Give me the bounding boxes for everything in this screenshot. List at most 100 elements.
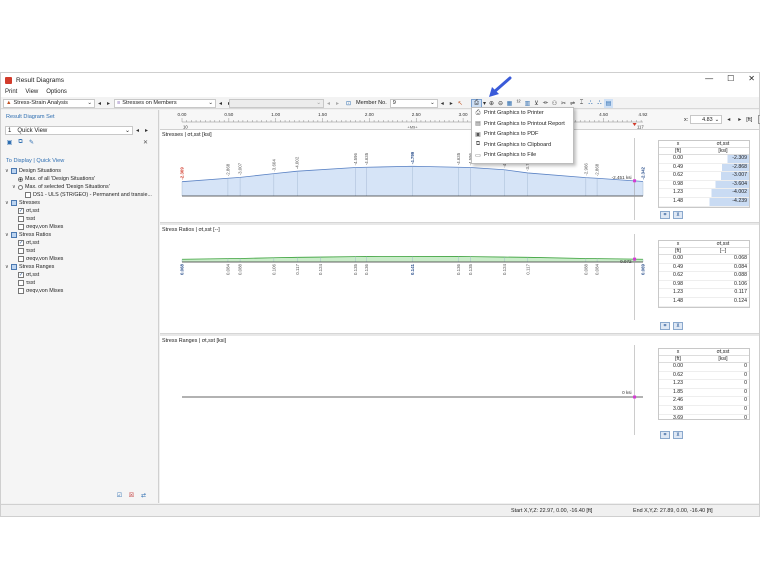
- checkbox[interactable]: ✓: [18, 240, 24, 246]
- table-row[interactable]: 1.85 0: [659, 388, 749, 398]
- result-type-select[interactable]: ≡ Stresses on Members ⌄: [114, 98, 216, 108]
- edit-set-icon[interactable]: ✎: [27, 138, 36, 147]
- table-settings-button[interactable]: ⌗: [660, 322, 670, 330]
- table-row[interactable]: 0.62 0: [659, 371, 749, 381]
- table-row[interactable]: 0.00 0.068: [659, 254, 749, 264]
- position-ruler[interactable]: 0.000.501.001.502.002.503.003.504.004.50…: [160, 110, 760, 130]
- table-settings-button[interactable]: ⌗: [660, 211, 670, 219]
- position-marker-icon[interactable]: [632, 123, 637, 126]
- table-filter-button[interactable]: ⊻: [673, 322, 683, 330]
- menu-options[interactable]: Options: [46, 89, 67, 95]
- table-row[interactable]: 0.00 0: [659, 362, 749, 372]
- table-row[interactable]: 1.85-4.596: [659, 206, 749, 207]
- prev-arrow-button[interactable]: ◂: [438, 99, 447, 108]
- table-row[interactable]: 3.08 0: [659, 405, 749, 415]
- table-filter-button[interactable]: ⊻: [673, 211, 683, 219]
- x-position-input[interactable]: 4.83 ⌄: [690, 115, 723, 124]
- next-arrow-button[interactable]: ▸: [104, 99, 113, 108]
- minimize-button[interactable]: —: [705, 74, 713, 83]
- view-alt-icon[interactable]: ⛬: [595, 99, 604, 108]
- table-filter-button[interactable]: ⊻: [673, 431, 683, 439]
- table-settings-button[interactable]: ⌗: [660, 431, 670, 439]
- table-row[interactable]: 0.98 -3.604: [659, 180, 749, 190]
- checkbox[interactable]: [18, 256, 24, 262]
- checkbox[interactable]: [11, 168, 17, 174]
- uncheck-all-icon[interactable]: ☒: [127, 491, 136, 500]
- print-menu-item[interactable]: ⎙ Print Graphics to Printer: [472, 108, 573, 119]
- table-row[interactable]: 1.23 -4.002: [659, 188, 749, 198]
- checkbox[interactable]: ✓: [18, 272, 24, 278]
- checkbox[interactable]: [18, 248, 24, 254]
- ratios-diagram[interactable]: 0.068 0.084 0.088 0.106 0.117 0.124 0.135 0.136…: [160, 234, 658, 320]
- radio-button[interactable]: [18, 176, 23, 182]
- checkbox[interactable]: [18, 216, 24, 222]
- print-menu-item[interactable]: ⧉ Print Graphics to Clipboard: [472, 140, 573, 151]
- next-arrow-button[interactable]: ▸: [142, 126, 151, 135]
- print-menu-item[interactable]: ▣ Print Graphics to PDF: [472, 129, 573, 140]
- table-row[interactable]: 0.62 -3.007: [659, 171, 749, 181]
- pick-icon[interactable]: ↖: [456, 99, 465, 108]
- diagram-set-select[interactable]: 1 Quick View ⌄: [5, 126, 133, 135]
- copy-set-icon[interactable]: ⧉: [16, 138, 25, 147]
- checkbox[interactable]: [18, 224, 24, 230]
- member-number-select[interactable]: 9 ⌄: [389, 98, 438, 108]
- tree-item[interactable]: ∨ Stress Ratios: [5, 231, 157, 239]
- table-row[interactable]: 0.49 -2.868: [659, 163, 749, 173]
- table-row[interactable]: 1.48 0.124: [659, 297, 749, 307]
- table-row[interactable]: 1.23 0.117: [659, 288, 749, 298]
- prev-arrow-button[interactable]: ◂: [724, 115, 733, 124]
- prev-arrow-button[interactable]: ◂: [95, 99, 104, 108]
- table-row[interactable]: 0.98 0.106: [659, 280, 749, 290]
- layout-icon[interactable]: ▤: [604, 98, 613, 108]
- menu-view[interactable]: View: [25, 89, 38, 95]
- next-arrow-button[interactable]: ▸: [735, 115, 744, 124]
- tree-item[interactable]: ∨ Stresses: [5, 199, 157, 207]
- table-row[interactable]: 0.00 -2.309: [659, 154, 749, 164]
- new-set-icon[interactable]: ▣: [5, 138, 14, 147]
- tree-item[interactable]: Max. of all 'Design Situations': [5, 175, 157, 183]
- ranges-diagram[interactable]: 0 ksi: [160, 345, 658, 435]
- prev-arrow-button[interactable]: ◂: [216, 99, 225, 108]
- next-arrow-button[interactable]: ▸: [333, 99, 342, 108]
- table-row[interactable]: 1.23 0: [659, 379, 749, 389]
- prev-arrow-button[interactable]: ◂: [133, 126, 142, 135]
- empty-select[interactable]: ⌄: [229, 98, 324, 108]
- checkbox[interactable]: [18, 288, 24, 294]
- tree-item[interactable]: ∨ Stress Ranges: [5, 263, 157, 271]
- radio-button[interactable]: [18, 184, 23, 190]
- panel-divider[interactable]: [160, 222, 759, 225]
- table-row[interactable]: 0.62 0.088: [659, 271, 749, 281]
- checkbox[interactable]: [11, 232, 17, 238]
- tree-item[interactable]: τsst: [5, 279, 157, 287]
- tree-item[interactable]: σeqv,von Mises: [5, 287, 157, 295]
- view-icon[interactable]: ⛬: [586, 99, 595, 108]
- panel-divider[interactable]: [160, 333, 759, 336]
- checkbox[interactable]: [11, 200, 17, 206]
- print-menu-item[interactable]: ▭ Print Graphics to File: [472, 150, 573, 161]
- tree-item[interactable]: σeqv,von Mises: [5, 223, 157, 231]
- tree-item[interactable]: ∨ Design Situations: [5, 167, 157, 175]
- tree-item[interactable]: ✓ σt,sst: [5, 271, 157, 279]
- table-row[interactable]: 0.49 0.084: [659, 263, 749, 273]
- tree-item[interactable]: ✓ σt,sst: [5, 207, 157, 215]
- close-button[interactable]: ✕: [748, 74, 755, 83]
- menu-print[interactable]: Print: [5, 89, 17, 95]
- next-arrow-button[interactable]: ▸: [447, 99, 456, 108]
- tree-item[interactable]: σeqv,von Mises: [5, 255, 157, 263]
- prev-arrow-button[interactable]: ◂: [324, 99, 333, 108]
- print-menu-item[interactable]: ▤ Print Graphics to Printout Report: [472, 119, 573, 130]
- checkbox[interactable]: ✓: [18, 208, 24, 214]
- tree-item[interactable]: ✓ σt,sst: [5, 239, 157, 247]
- delete-icon[interactable]: ✕: [141, 138, 150, 147]
- checkbox[interactable]: [25, 192, 31, 198]
- section-icon[interactable]: ⌶: [577, 99, 586, 108]
- table-row[interactable]: 1.850.135: [659, 306, 749, 307]
- check-all-icon[interactable]: ☑: [115, 491, 124, 500]
- table-row[interactable]: 2.46 0: [659, 396, 749, 406]
- analysis-type-select[interactable]: ▲ Stress-Strain Analysis ⌄: [3, 98, 95, 108]
- maximize-button[interactable]: ☐: [727, 74, 734, 83]
- table-row[interactable]: 3.69 0: [659, 414, 749, 419]
- toggle-icon[interactable]: ⇄: [139, 491, 148, 500]
- select-member-icon[interactable]: ⊡: [344, 99, 353, 108]
- table-row[interactable]: 1.48 -4.239: [659, 197, 749, 207]
